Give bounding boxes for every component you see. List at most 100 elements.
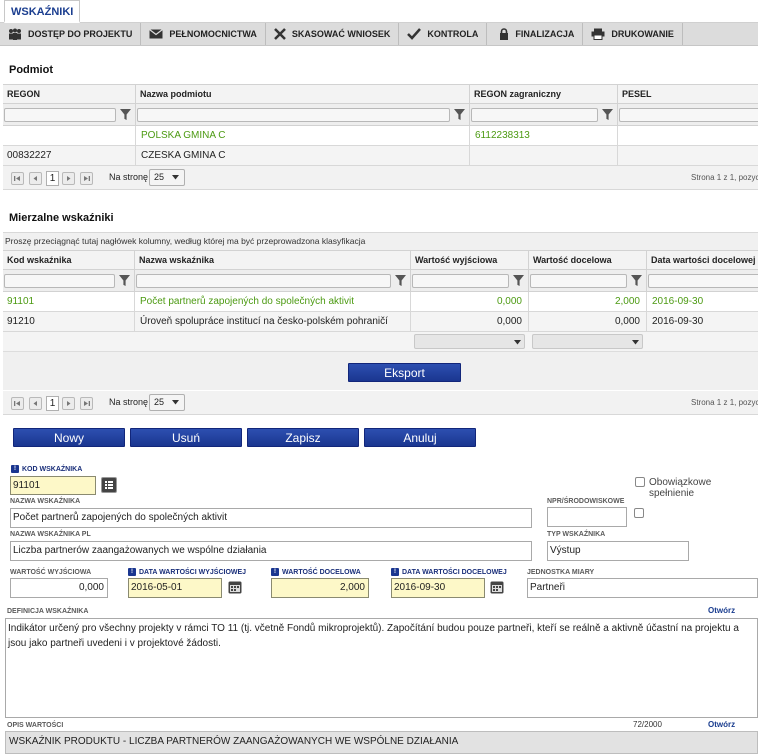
filter-input[interactable] <box>4 274 115 288</box>
table-cell[interactable]: 2016-09-30 <box>647 292 758 312</box>
access-project-button[interactable]: DOSTĘP DO PROJEKTU <box>0 23 142 45</box>
table-cell[interactable]: 00832227 <box>3 146 136 166</box>
prev-page-button[interactable] <box>29 397 42 410</box>
obligatory-checkbox[interactable] <box>635 477 645 487</box>
nazwa-label: NAZWA WSKAŹNIKA <box>10 498 81 505</box>
npr-label: NPR/ŚRODOWISKOWE <box>547 498 625 505</box>
print-button[interactable]: DRUKOWANIE <box>583 23 683 45</box>
filter-input[interactable] <box>648 274 758 288</box>
filter-icon[interactable] <box>119 275 130 286</box>
info-icon: ! <box>391 568 399 576</box>
prev-page-button[interactable] <box>29 172 42 185</box>
col-header-data-docelowej[interactable]: Data wartości docelowej <box>647 251 758 270</box>
filter-icon[interactable] <box>631 275 642 286</box>
filter-icon[interactable] <box>602 109 613 120</box>
new-button[interactable]: Nowy <box>13 428 125 447</box>
filter-input[interactable] <box>137 108 450 122</box>
table-cell[interactable]: POLSKA GMINA C <box>136 126 470 146</box>
filter-input[interactable] <box>412 274 509 288</box>
def-open-link[interactable]: Otwórz <box>708 606 735 615</box>
table-cell[interactable]: Počet partnerů zapojených do společných … <box>135 292 411 312</box>
page-number[interactable]: 1 <box>46 171 59 186</box>
def-label: DEFINICJA WSKAŹNIKA <box>7 608 89 615</box>
delete-button[interactable]: Usuń <box>130 428 242 447</box>
kod-label: ! KOD WSKAŹNIKA <box>11 465 82 473</box>
delete-application-button[interactable]: SKASOWAĆ WNIOSEK <box>266 23 400 45</box>
calendar-icon[interactable] <box>490 580 504 594</box>
nazwa-pl-input[interactable]: Liczba partnerów zaangażowanych we wspól… <box>10 541 532 561</box>
table-cell[interactable]: 2,000 <box>529 292 647 312</box>
table-cell[interactable] <box>618 146 758 166</box>
def-textarea[interactable]: Indikátor určený pro všechny projekty v … <box>5 618 758 718</box>
table-cell[interactable]: 91210 <box>3 312 135 332</box>
filter-input[interactable] <box>4 108 116 122</box>
aggregate-select[interactable] <box>532 334 643 349</box>
next-page-button[interactable] <box>62 172 75 185</box>
npr-input[interactable] <box>547 507 627 527</box>
kod-input[interactable]: 91101 <box>10 476 96 495</box>
col-header-regon-zagraniczny[interactable]: REGON zagraniczny <box>470 85 618 104</box>
first-page-button[interactable] <box>11 172 24 185</box>
typ-label: TYP WSKAŹNIKA <box>547 531 606 538</box>
printer-icon <box>591 28 605 40</box>
finalization-button[interactable]: FINALIZACJA <box>487 23 584 45</box>
filter-input[interactable] <box>136 274 391 288</box>
table-cell[interactable]: 0,000 <box>529 312 647 332</box>
data-doc-input[interactable]: 2016-09-30 <box>391 578 485 598</box>
filter-icon[interactable] <box>454 109 465 120</box>
powers-of-attorney-button[interactable]: PEŁNOMOCNICTWA <box>141 23 266 45</box>
nazwa-input[interactable]: Počet partnerů zapojených do společných … <box>10 508 532 528</box>
col-header-regon[interactable]: REGON <box>3 85 136 104</box>
col-header-nazwa-podmiotu[interactable]: Nazwa podmiotu <box>136 85 470 104</box>
col-header-nazwa[interactable]: Nazwa wskaźnika <box>135 251 411 270</box>
col-header-wartosc-wyjsciowa[interactable]: Wartość wyjściowa <box>411 251 529 270</box>
podmiot-section-title: Podmiot <box>9 64 53 76</box>
table-cell[interactable]: CZESKA GMINA C <box>136 146 470 166</box>
calendar-icon[interactable] <box>228 580 242 594</box>
filter-input[interactable] <box>530 274 627 288</box>
save-button[interactable]: Zapisz <box>247 428 359 447</box>
last-page-icon <box>84 401 90 406</box>
data-wyj-input[interactable]: 2016-05-01 <box>128 578 222 598</box>
table-cell[interactable]: 0,000 <box>411 292 529 312</box>
last-page-button[interactable] <box>80 172 93 185</box>
table-cell[interactable]: Úroveň spolupráce institucí na česko-pol… <box>135 312 411 332</box>
table-cell[interactable] <box>3 126 136 146</box>
typ-input[interactable]: Výstup <box>547 541 689 561</box>
filter-icon[interactable] <box>395 275 406 286</box>
page-number[interactable]: 1 <box>46 396 59 411</box>
table-cell[interactable]: 0,000 <box>411 312 529 332</box>
cancel-button[interactable]: Anuluj <box>364 428 476 447</box>
filter-icon[interactable] <box>120 109 131 120</box>
filter-icon[interactable] <box>513 275 524 286</box>
filter-input[interactable] <box>619 108 758 122</box>
tab-wskazniki[interactable]: WSKAŹNIKI <box>4 0 81 23</box>
npr-checkbox[interactable] <box>634 508 644 518</box>
group-by-hint[interactable]: Proszę przeciągnąć tutaj nagłówek kolumn… <box>3 232 758 250</box>
control-button[interactable]: KONTROLA <box>399 23 488 45</box>
next-page-button[interactable] <box>62 397 75 410</box>
opis-open-link[interactable]: Otwórz <box>708 720 735 729</box>
wyj-input[interactable]: 0,000 <box>10 578 108 598</box>
table-cell[interactable] <box>470 146 618 166</box>
aggregate-select[interactable] <box>414 334 525 349</box>
opis-textarea[interactable]: WSKAŹNIK PRODUKTU - LICZBA PARTNERÓW ZAA… <box>5 731 758 754</box>
table-cell[interactable]: 2016-09-30 <box>647 312 758 332</box>
page-size-select[interactable]: 25 <box>149 394 185 411</box>
col-header-wartosc-docelowa[interactable]: Wartość docelowa <box>529 251 647 270</box>
doc-input[interactable]: 2,000 <box>271 578 369 598</box>
col-header-kod[interactable]: Kod wskaźnika <box>3 251 135 270</box>
mierzalne-pager: 1 Na stronę 25 Strona 1 z 1, pozycja <box>3 391 758 415</box>
export-button[interactable]: Eksport <box>348 363 461 382</box>
first-page-button[interactable] <box>11 397 24 410</box>
jedn-input[interactable]: Partneři <box>527 578 758 598</box>
filter-input[interactable] <box>471 108 598 122</box>
col-header-pesel[interactable]: PESEL <box>618 85 758 104</box>
page-size-select[interactable]: 25 <box>149 169 185 186</box>
table-cell[interactable]: 6112238313 <box>470 126 618 146</box>
table-cell[interactable] <box>618 126 758 146</box>
last-page-button[interactable] <box>80 397 93 410</box>
list-icon[interactable] <box>101 477 117 493</box>
prev-page-icon <box>33 401 37 406</box>
table-cell[interactable]: 91101 <box>3 292 135 312</box>
